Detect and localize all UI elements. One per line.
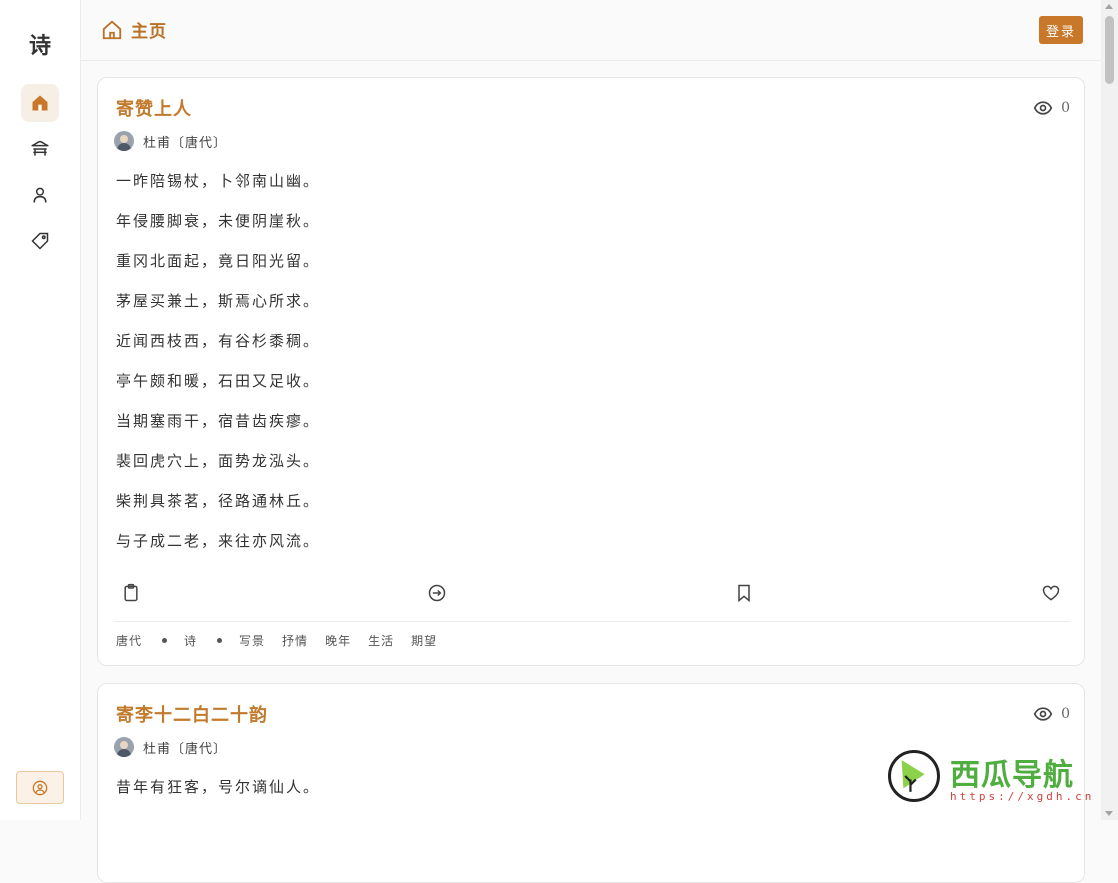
home-icon [102,20,122,40]
poem-line: 柴荆具茶茗，径路通林丘。 [116,492,321,510]
clipboard-icon [124,583,138,602]
arrow-right-circle-icon [428,584,446,602]
view-count: 0 [1033,704,1070,724]
tag-type[interactable]: 诗 [184,632,197,649]
eye-icon [1033,707,1053,721]
author-row: 杜甫〔唐代〕 [114,131,227,151]
scroll-down-arrow[interactable] [1105,811,1113,816]
view-count-value: 0 [1061,706,1070,722]
like-button[interactable] [1041,583,1063,605]
scroll-thumb[interactable] [1105,16,1114,84]
poem-line: 茅屋买兼土，斯焉心所求。 [116,292,321,310]
view-count: 0 [1033,98,1070,118]
separator-dot [217,638,223,643]
tag-item[interactable]: 写景 [239,632,265,649]
poem-body: 昔年有狂客，号尔谪仙人。 [116,777,320,817]
user-button[interactable] [16,771,64,804]
scroll-up-arrow[interactable] [1105,4,1113,9]
avatar [114,737,134,757]
sidebar: 诗 [0,0,81,820]
poem-actions [116,583,1068,607]
login-button[interactable]: 登录 [1039,16,1083,44]
eye-icon [1033,101,1053,115]
author-name[interactable]: 杜甫〔唐代〕 [143,132,227,151]
sidebar-item-home[interactable] [21,84,59,122]
separator-dot [162,638,168,643]
bookmark-icon [738,584,750,603]
sidebar-item-library[interactable] [21,130,59,168]
tag-item[interactable]: 抒情 [282,632,308,649]
watermark-text: 西瓜导航 [950,758,1074,793]
watermark-url: https://xgdh.cn [950,790,1095,803]
divider [114,621,1070,622]
poem-line: 重冈北面起，竟日阳光留。 [116,252,321,270]
watermark-logo: 西瓜导航 https://xgdh.cn [888,748,1103,808]
poem-line: 亭午颇和暖，石田又足收。 [116,372,321,390]
poem-line: 年侵腰脚衰，未便阴崖秋。 [116,212,321,230]
pavilion-icon [31,140,49,156]
poem-line: 一昨陪锡杖，卜邻南山幽。 [116,172,321,190]
poem-line: 裴回虎穴上，面势龙泓头。 [116,452,321,470]
poem-title[interactable]: 寄赞上人 [116,95,192,121]
tag-item[interactable]: 生活 [368,632,394,649]
tag-item[interactable]: 期望 [411,632,437,649]
tag-dynasty[interactable]: 唐代 [116,632,142,649]
sidebar-nav [21,84,59,268]
top-header: 主页 登录 [81,0,1101,61]
sidebar-item-tags[interactable] [21,222,59,260]
avatar [114,131,134,151]
tag-list: 唐代 诗 写景 抒情 晚年 生活 期望 [116,632,454,649]
home-icon [32,95,48,111]
app-logo[interactable]: 诗 [0,28,80,60]
page-title: 主页 [131,22,167,42]
poem-line: 与子成二老，来往亦风流。 [116,532,321,550]
poem-title[interactable]: 寄李十二白二十韵 [116,701,268,727]
poem-line: 昔年有狂客，号尔谪仙人。 [116,778,321,796]
poem-line: 近闻西枝西，有谷杉黍稠。 [116,332,321,350]
heart-icon [1042,585,1060,601]
tag-item[interactable]: 晚年 [325,632,351,649]
poem-body: 一昨陪锡杖，卜邻南山幽。 年侵腰脚衰，未便阴崖秋。 重冈北面起，竟日阳光留。 茅… [116,171,320,571]
poem-line: 当期塞雨干，宿昔齿疾瘳。 [116,412,321,430]
person-icon [33,187,47,203]
poem-card: 寄赞上人 0 杜甫〔唐代〕 一昨陪锡杖，卜邻南山幽。 年侵腰脚衰，未便阴崖秋。 … [97,77,1085,666]
view-count-value: 0 [1061,100,1070,116]
sidebar-item-authors[interactable] [21,176,59,214]
tag-icon [31,232,49,250]
vertical-scrollbar[interactable] [1101,0,1118,820]
user-circle-icon [32,780,48,795]
open-detail-button[interactable] [427,583,449,605]
author-row: 杜甫〔唐代〕 [114,737,227,757]
watermark-emblem [888,750,940,802]
copy-button[interactable] [121,583,143,605]
author-name[interactable]: 杜甫〔唐代〕 [143,738,227,757]
bookmark-button[interactable] [734,583,756,605]
